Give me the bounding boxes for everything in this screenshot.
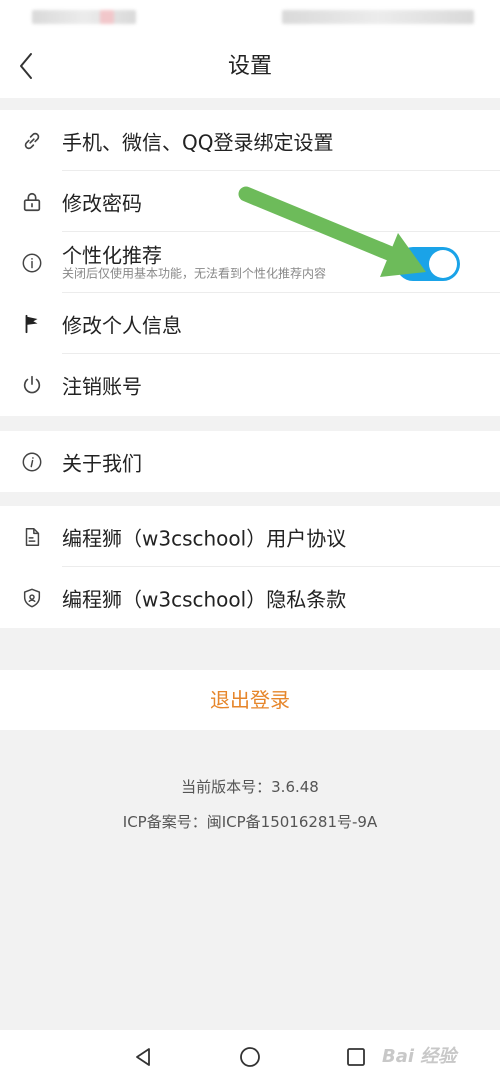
row-about-us[interactable]: 关于我们 [0,431,500,492]
document-icon [20,525,44,549]
row-label: 编程狮（w3cschool）用户协议 [62,526,347,550]
square-recents-icon [347,1048,365,1066]
link-icon [20,129,44,153]
watermark: Bai 经验 [382,1046,457,1067]
row-label: 注销账号 [62,374,142,398]
power-icon [20,373,44,397]
nav-recents-button[interactable] [339,1040,373,1074]
row-label: 修改个人信息 [62,313,182,337]
icp-text: ICP备案号：闽ICP备15016281号-9A [122,813,378,831]
logout-label: 退出登录 [210,688,290,712]
row-user-agreement[interactable]: 编程狮（w3cschool）用户协议 [0,506,500,567]
toggle-knob [429,250,457,278]
status-bar-right-blur [282,10,474,24]
nav-back-button[interactable] [126,1040,160,1074]
row-personalized-recommendation: 个性化推荐 关闭后仅使用基本功能，无法看到个性化推荐内容 [0,232,500,293]
settings-group-account: 手机、微信、QQ登录绑定设置 修改密码 个性化推荐 关闭后仅使用基本功能，无法看… [0,110,500,416]
version-text: 当前版本号：3.6.48 [181,778,319,796]
flag-icon [20,312,44,336]
system-nav-bar: Bai 经验 [0,1030,500,1084]
app-header: 设置 [0,36,500,98]
status-bar [0,0,500,36]
row-change-password[interactable]: 修改密码 [0,171,500,232]
row-label: 关于我们 [62,451,142,475]
row-edit-profile[interactable]: 修改个人信息 [0,293,500,354]
row-login-binding[interactable]: 手机、微信、QQ登录绑定设置 [0,110,500,171]
triangle-back-icon [136,1048,150,1066]
back-button[interactable] [10,48,42,84]
settings-group-legal: 编程狮（w3cschool）用户协议 编程狮（w3cschool）隐私条款 [0,506,500,628]
settings-group-about: 关于我们 [0,431,500,492]
row-label: 修改密码 [62,191,142,215]
info-italic-icon [20,450,44,474]
personalized-recommendation-toggle[interactable] [396,247,460,281]
status-bar-left-blur [32,10,136,24]
nav-home-button[interactable] [233,1040,267,1074]
row-subtitle: 关闭后仅使用基本功能，无法看到个性化推荐内容 [62,266,327,281]
row-label: 手机、微信、QQ登录绑定设置 [62,130,334,154]
row-delete-account[interactable]: 注销账号 [0,354,500,415]
chevron-left-icon [20,53,32,79]
logout-button[interactable]: 退出登录 [0,670,500,730]
lock-icon [20,190,44,214]
circle-home-icon [240,1047,260,1067]
shield-icon [20,586,44,610]
page-title: 设置 [227,54,272,79]
row-label: 编程狮（w3cschool）隐私条款 [62,587,347,611]
info-circle-icon [20,251,44,275]
row-privacy-policy[interactable]: 编程狮（w3cschool）隐私条款 [0,567,500,628]
